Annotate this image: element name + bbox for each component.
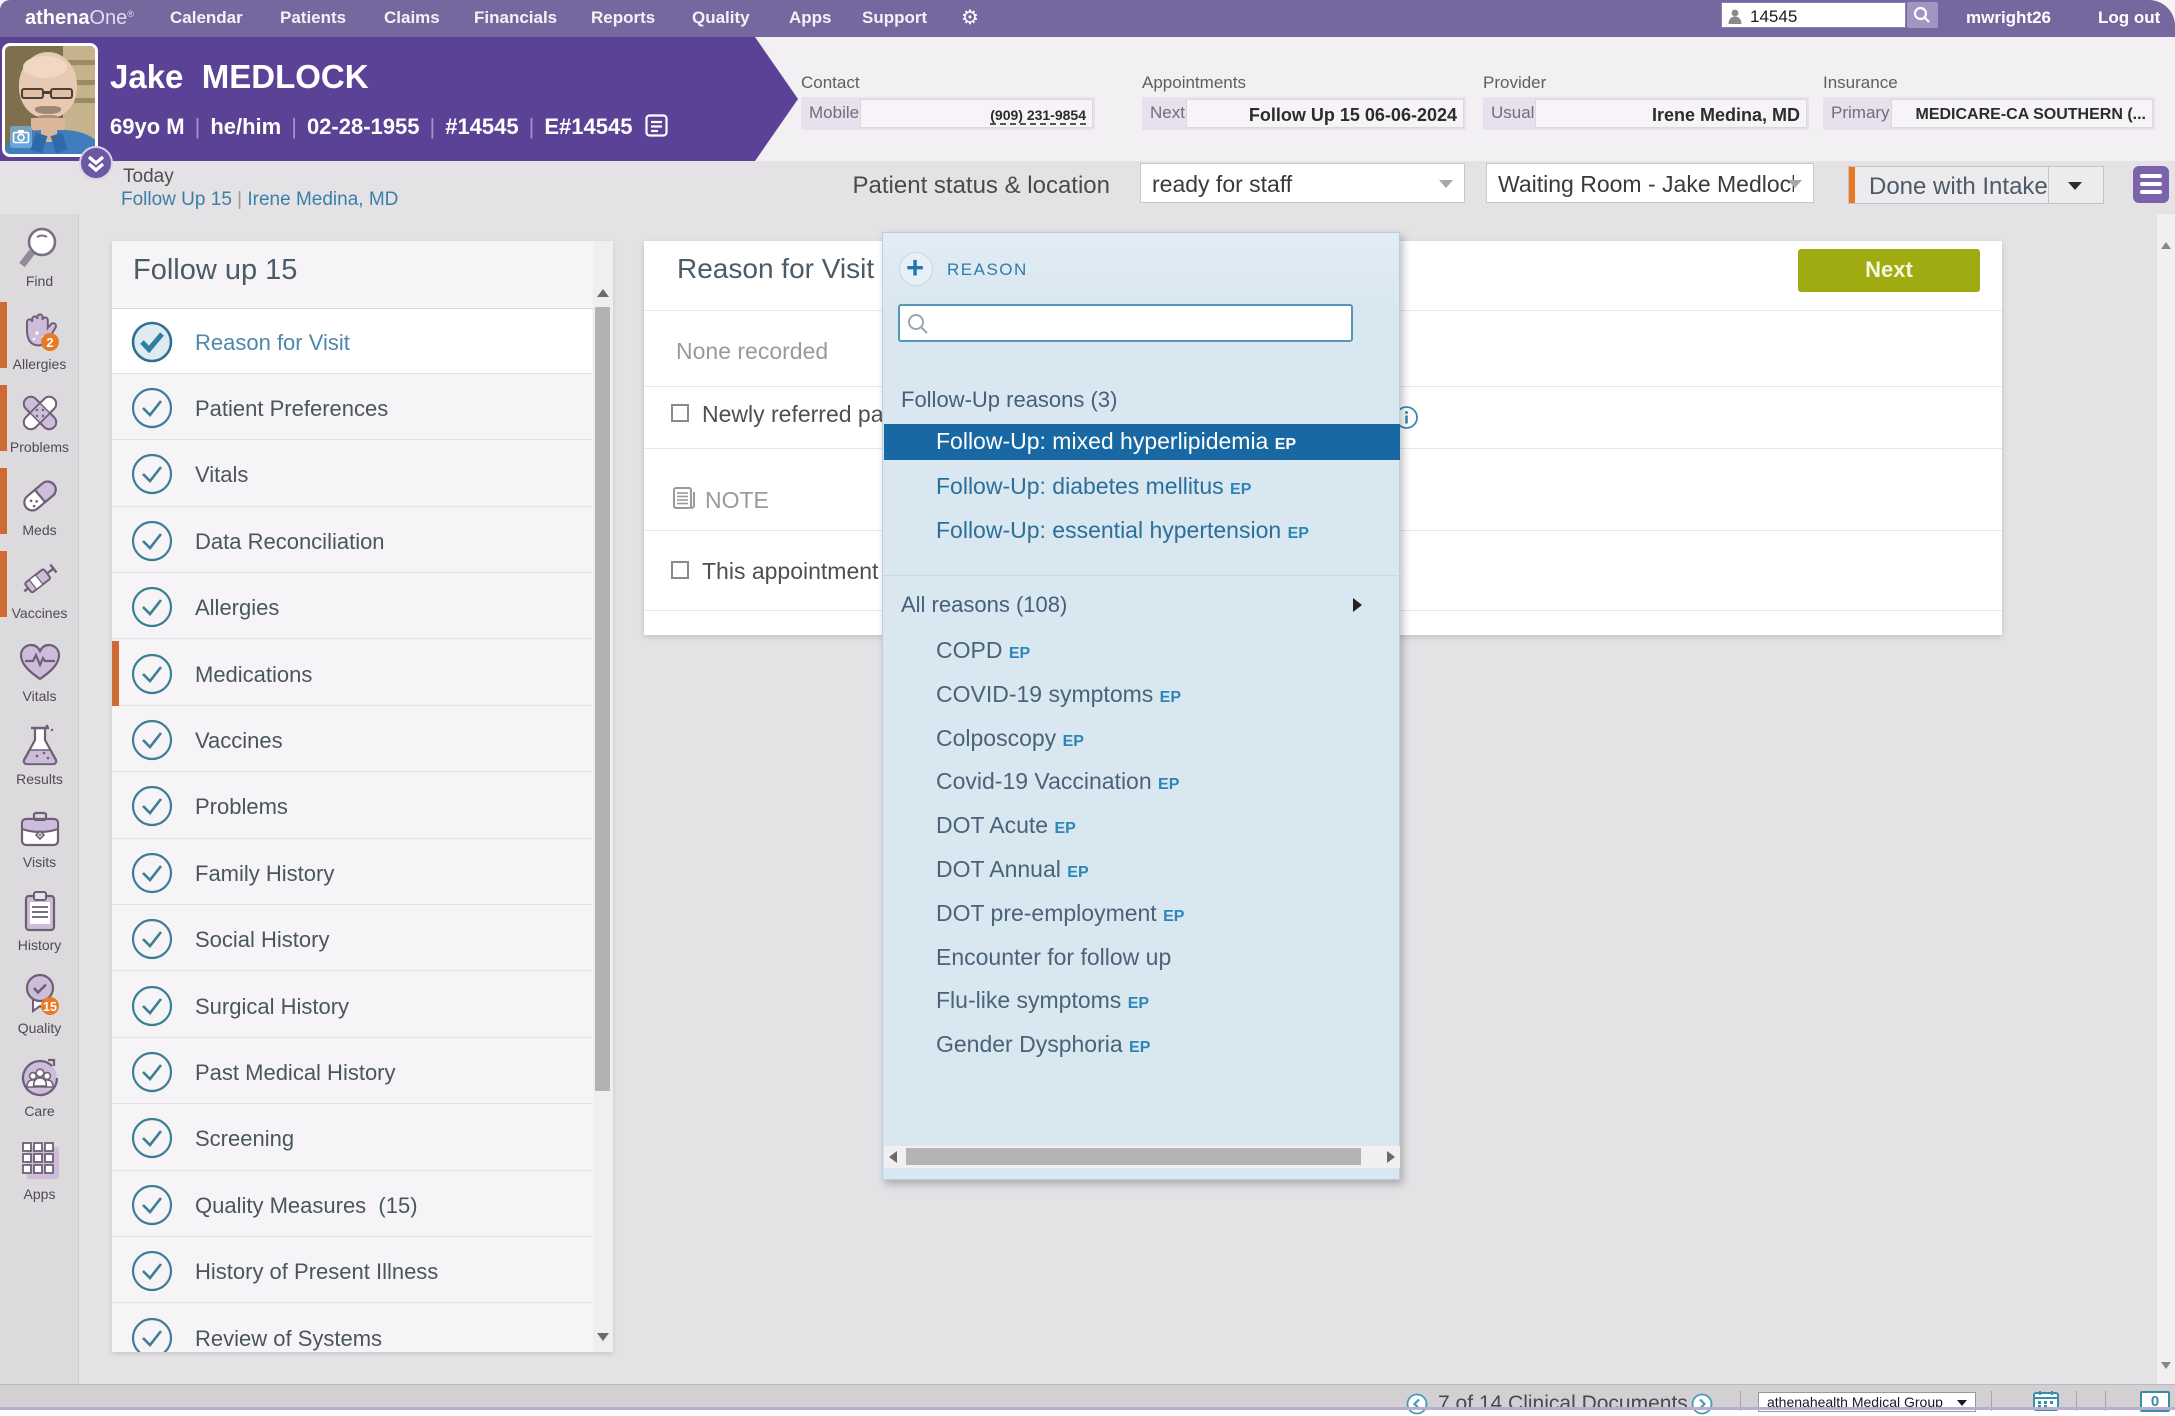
svg-text:2: 2 <box>46 335 53 350</box>
svg-text:15: 15 <box>43 1000 57 1014</box>
